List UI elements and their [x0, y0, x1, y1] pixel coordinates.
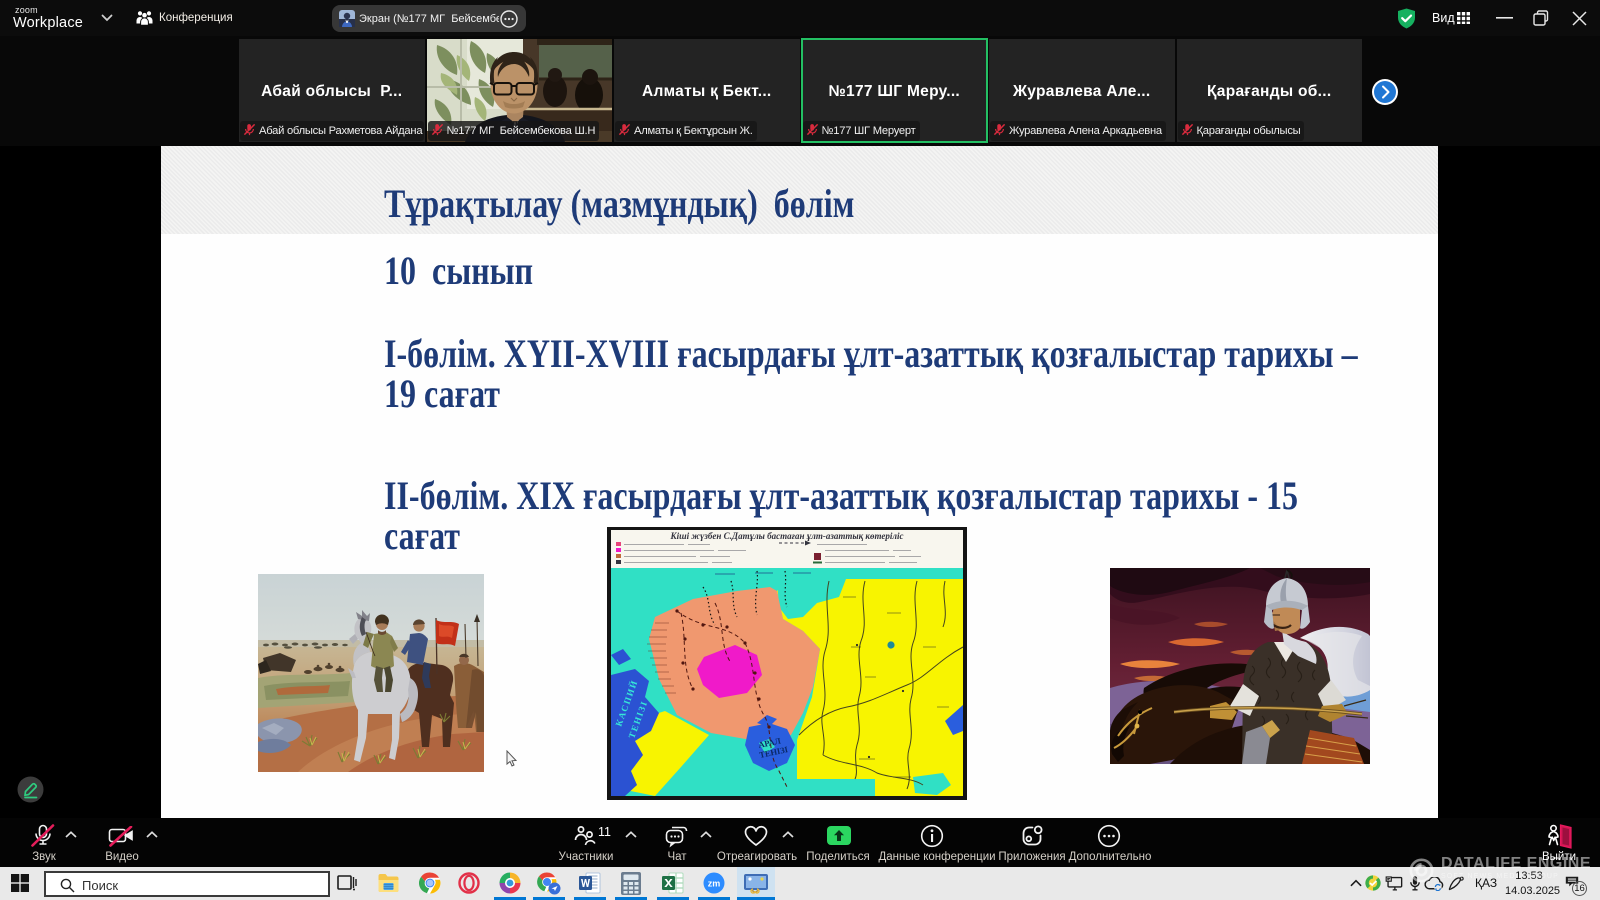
- svg-text:Кіші жүзбен С.Датұлы бастаған: Кіші жүзбен С.Датұлы бастаған ұлт-азатты…: [670, 531, 904, 541]
- svg-text:zm: zm: [708, 879, 721, 889]
